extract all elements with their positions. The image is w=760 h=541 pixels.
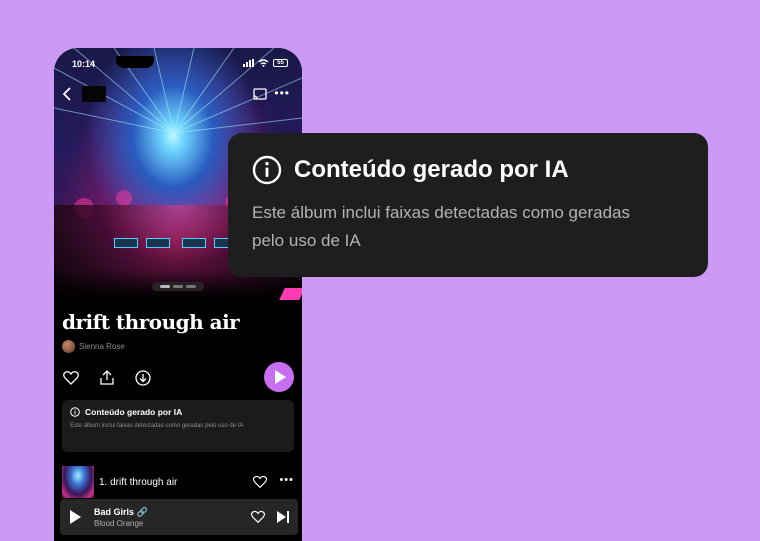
dj-deck (182, 238, 206, 248)
share-icon[interactable] (98, 369, 116, 387)
heart-icon[interactable] (250, 509, 266, 525)
accent-tag (279, 288, 302, 300)
artist-link[interactable]: Sienna Rose (62, 340, 125, 353)
more-icon[interactable]: ••• (279, 475, 294, 486)
status-bar: 10:14 55 (54, 56, 302, 71)
mini-player[interactable]: Bad Girls 🔗 Blood Orange (60, 499, 298, 535)
cast-icon[interactable] (252, 86, 268, 102)
artist-name: Sienna Rose (79, 342, 125, 351)
phone-screen: 10:14 55 ••• drift through air Sienna Ro… (54, 48, 302, 541)
skip-next-icon[interactable] (276, 510, 290, 524)
ai-content-notice-tooltip: Conteúdo gerado por IA Este álbum inclui… (228, 133, 708, 277)
battery-icon: 55 (273, 59, 288, 67)
album-actions (62, 362, 294, 396)
top-nav: ••• (54, 84, 302, 104)
notice-body-small: Este álbum inclui faixas detectadas como… (70, 423, 244, 429)
notice-title-small: Conteúdo gerado por IA (85, 407, 183, 417)
signal-icon (243, 59, 254, 67)
download-icon[interactable] (134, 369, 152, 387)
dj-deck (114, 238, 138, 248)
heart-icon[interactable] (252, 474, 268, 490)
album-thumbnail (82, 86, 106, 102)
more-icon[interactable]: ••• (274, 87, 290, 99)
page-indicator (152, 282, 204, 291)
avatar (62, 340, 75, 353)
track-row[interactable]: 1. drift through air ••• (62, 466, 294, 498)
info-icon (252, 155, 282, 185)
ai-content-notice-small: Conteúdo gerado por IA Este álbum inclui… (62, 400, 294, 452)
album-title: drift through air (62, 310, 240, 334)
chevron-left-icon[interactable] (60, 86, 76, 102)
heart-icon[interactable] (62, 369, 80, 387)
notice-body: Este álbum inclui faixas detectadas como… (252, 203, 630, 250)
track-title: 1. drift through air (99, 477, 178, 488)
info-icon (70, 407, 80, 417)
status-time: 10:14 (72, 59, 96, 69)
play-button[interactable] (264, 362, 294, 392)
now-playing-artist: Blood Orange (94, 519, 144, 528)
wifi-icon (258, 59, 269, 67)
page-dot (186, 285, 196, 288)
play-icon[interactable] (70, 510, 81, 524)
page-dot-active (160, 285, 170, 288)
status-icons: 55 (243, 59, 288, 67)
now-playing-title: Bad Girls 🔗 (94, 507, 148, 517)
dj-deck (146, 238, 170, 248)
notice-title: Conteúdo gerado por IA (294, 156, 569, 183)
page-dot (173, 285, 183, 288)
camera-notch (116, 56, 154, 68)
track-artwork (62, 466, 94, 498)
